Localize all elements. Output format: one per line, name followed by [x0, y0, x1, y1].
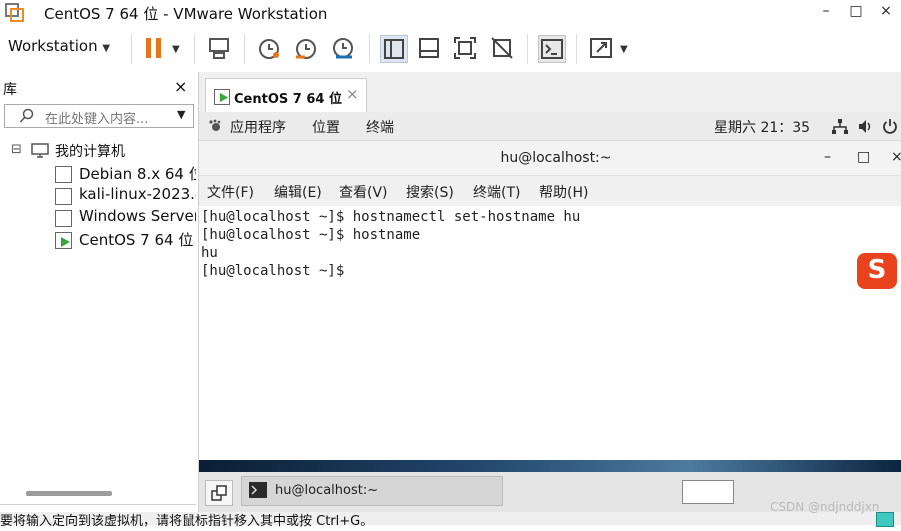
library-close-button[interactable]: ×	[174, 77, 187, 96]
terminal-line: [hu@localhost ~]$ hostnamectl set-hostna…	[201, 209, 581, 225]
title-bar: CentOS 7 64 位 - VMware Workstation – □ ×	[0, 0, 901, 26]
status-bar: 要将输入定向到该虚拟机，请将鼠标指针移入其中或按 Ctrl+G。	[0, 512, 901, 529]
revert-snapshot-icon[interactable]	[293, 35, 319, 61]
library-horizontal-scrollbar[interactable]	[26, 491, 112, 496]
guest-desktop-background	[199, 460, 901, 472]
tab-label: CentOS 7 64 位	[234, 92, 342, 107]
chevron-down-icon: ▼	[102, 43, 111, 54]
tree-item-vm[interactable]: Windows Server	[0, 206, 196, 228]
tree-item-label: CentOS 7 64 位	[79, 231, 194, 249]
tab-centos[interactable]: CentOS 7 64 位 ×	[205, 78, 367, 113]
terminal-minimize-button[interactable]: –	[824, 149, 831, 165]
workspace-switcher[interactable]	[682, 480, 734, 504]
status-message: 要将输入定向到该虚拟机，请将鼠标指针移入其中或按 Ctrl+G。	[0, 514, 374, 529]
toolbar-divider	[131, 34, 132, 64]
terminal-icon	[249, 482, 267, 498]
terminal-line: hu	[201, 245, 218, 261]
terminal-output[interactable]: [hu@localhost ~]$ hostnamectl set-hostna…	[199, 207, 901, 460]
vm-icon	[55, 166, 72, 183]
tree-item-vm[interactable]: kali-linux-2023.4	[0, 184, 196, 206]
toolbar: Workstation ▼ ▼ ▼	[0, 26, 901, 73]
pause-icon[interactable]	[141, 35, 167, 61]
take-snapshot-icon[interactable]	[256, 35, 282, 61]
tree-root-label: 我的计算机	[55, 144, 125, 160]
vm-icon	[55, 210, 72, 227]
library-search-placeholder: 在此处键入内容...	[45, 112, 149, 127]
terminal-title: hu@localhost:~	[500, 150, 612, 166]
vm-running-icon	[214, 89, 230, 105]
terminal-line: [hu@localhost ~]$ hostname	[201, 227, 421, 243]
stretch-dropdown-icon[interactable]: ▼	[620, 44, 628, 55]
terminal-menu-search[interactable]: 搜索(S)	[406, 182, 454, 202]
library-title: 库	[3, 82, 17, 98]
workstation-menu-button[interactable]: Workstation ▼	[8, 37, 110, 55]
network-icon[interactable]	[832, 119, 848, 134]
vmware-app-icon	[5, 3, 24, 22]
show-thumbnail-bar-icon[interactable]	[416, 35, 442, 61]
sogou-ime-icon[interactable]: S	[857, 253, 897, 289]
pause-dropdown-icon[interactable]: ▼	[172, 44, 180, 55]
toolbar-divider	[244, 34, 245, 64]
vm-running-icon	[55, 232, 72, 249]
collapse-toggle-icon[interactable]: ⊟	[11, 142, 22, 157]
guest-menu-places[interactable]: 位置	[312, 117, 340, 137]
library-search-field[interactable]: 在此处键入内容... ▼	[4, 104, 194, 128]
library-panel: 库 × 在此处键入内容... ▼ ⊟ 我的计算机 Debian 8.x 64 位…	[0, 72, 199, 512]
terminal-menu-edit[interactable]: 编辑(E)	[274, 182, 322, 202]
tree-item-vm[interactable]: Debian 8.x 64 位	[0, 162, 196, 184]
full-screen-icon[interactable]	[452, 35, 478, 61]
terminal-menu-view[interactable]: 查看(V)	[339, 182, 388, 202]
window-title: CentOS 7 64 位 - VMware Workstation	[44, 5, 328, 23]
terminal-title-bar[interactable]: hu@localhost:~ – □ ×	[199, 141, 901, 176]
search-icon	[19, 108, 34, 123]
taskbar-terminal-button[interactable]: hu@localhost:~	[241, 476, 503, 506]
tree-item-label: Windows Server	[79, 207, 196, 225]
stretch-guest-icon[interactable]	[588, 35, 614, 61]
volume-icon[interactable]	[858, 119, 874, 134]
guest-top-panel: 应用程序 位置 终端 星期六 21：35	[199, 112, 901, 141]
terminal-menu-help[interactable]: 帮助(H)	[539, 182, 588, 202]
terminal-menu-bar: 文件(F) 编辑(E) 查看(V) 搜索(S) 终端(T) 帮助(H)	[199, 176, 901, 206]
show-desktop-button[interactable]	[205, 480, 233, 506]
tab-close-button[interactable]: ×	[346, 85, 359, 103]
tree-item-vm-selected[interactable]: CentOS 7 64 位	[0, 228, 196, 250]
toolbar-divider	[194, 34, 195, 64]
window-maximize-button[interactable]: □	[842, 0, 870, 24]
library-bottom-divider	[0, 504, 196, 505]
toolbar-divider	[527, 34, 528, 64]
terminal-menu-file[interactable]: 文件(F)	[207, 182, 254, 202]
guest-clock[interactable]: 星期六 21：35	[714, 117, 810, 137]
window-close-button[interactable]: ×	[872, 0, 900, 24]
terminal-maximize-button[interactable]: □	[857, 149, 870, 165]
vm-icon	[55, 188, 72, 205]
snapshot-manager-icon[interactable]	[330, 35, 356, 61]
console-view-icon[interactable]	[538, 35, 566, 63]
search-dropdown-icon[interactable]: ▼	[177, 108, 185, 121]
watermark: CSDN @ndjnddjxn	[770, 500, 880, 514]
terminal-menu-terminal[interactable]: 终端(T)	[473, 182, 520, 202]
guest-menu-applications[interactable]: 应用程序	[230, 117, 286, 137]
power-icon[interactable]	[882, 118, 898, 134]
show-library-icon[interactable]	[380, 35, 408, 63]
toolbar-divider	[369, 34, 370, 64]
terminal-line: [hu@localhost ~]$	[201, 263, 353, 279]
workstation-menu-label: Workstation	[8, 37, 98, 55]
show-desktop-icon	[211, 485, 227, 501]
terminal-close-button[interactable]: ×	[891, 149, 901, 165]
gnome-foot-icon	[209, 119, 221, 131]
window-minimize-button[interactable]: –	[812, 0, 840, 24]
computer-icon	[31, 143, 49, 158]
tree-item-label: kali-linux-2023.4	[79, 185, 196, 203]
vm-console-area: CentOS 7 64 位 × 应用程序 位置 终端 星期六 21：35 hu@…	[199, 72, 901, 531]
tree-item-label: Debian 8.x 64 位	[79, 165, 196, 183]
taskbar-terminal-label: hu@localhost:~	[275, 483, 379, 498]
unity-mode-icon[interactable]	[489, 35, 515, 61]
guest-menu-terminal[interactable]: 终端	[366, 117, 394, 137]
send-ctrl-alt-del-icon[interactable]	[206, 35, 232, 61]
toolbar-divider	[576, 34, 577, 64]
